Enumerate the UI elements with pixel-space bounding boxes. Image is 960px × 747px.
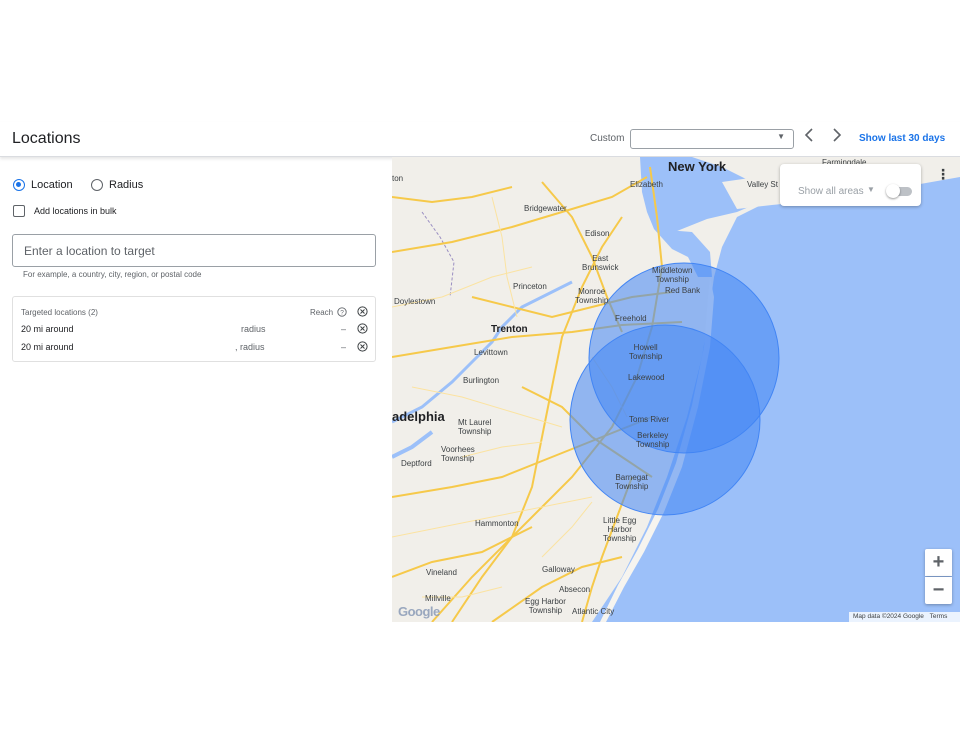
map-label-city: Vineland	[426, 568, 457, 577]
map-label-city: Millville	[425, 594, 451, 603]
map-label-city: Mt Laurel Township	[458, 418, 492, 436]
table-row: 20 mi around radius –	[13, 322, 375, 338]
previous-period-button[interactable]	[799, 127, 819, 149]
checkbox-icon	[13, 205, 25, 217]
map-label-city: Howell Township	[629, 343, 663, 361]
google-logo: Google	[398, 604, 440, 619]
map-label-city: Hammonton	[475, 519, 519, 528]
map-label-city: Atlantic City	[572, 607, 615, 616]
table-row: 20 mi around , radius –	[13, 340, 375, 356]
map-label-city: Princeton	[513, 282, 547, 291]
map-label-city: Elizabeth	[630, 180, 663, 189]
location-targeting-panel: Location Radius Add locations in bulk Fo…	[0, 157, 392, 622]
map-label-city: Galloway	[542, 565, 575, 574]
map-label-city: Berkeley Township	[636, 431, 670, 449]
help-icon[interactable]: ?	[337, 307, 347, 317]
map-data-credit: Map data ©2024 Google	[853, 613, 924, 620]
map-label-city: East Brunswick	[582, 254, 619, 272]
zoom-in-button[interactable]: +	[925, 549, 952, 576]
location-helper-text: For example, a country, city, region, or…	[23, 270, 202, 279]
radio-unselected-icon	[91, 179, 103, 191]
map-label-city: Burlington	[463, 376, 500, 385]
remove-target-icon[interactable]	[357, 341, 368, 352]
date-range-select[interactable]: ▼	[630, 129, 794, 149]
toggle-knob	[886, 184, 900, 198]
mode-option-label: Radius	[109, 179, 144, 191]
map-label-city: Egg Harbor Township	[525, 597, 566, 615]
map-label-city: adelphia	[392, 409, 445, 424]
map-label-city: Lakewood	[628, 373, 665, 382]
more-options-button[interactable]: ⋮	[936, 166, 950, 182]
target-reach: –	[341, 324, 347, 334]
page-header: Locations Custom ▼ Show last 30 days	[0, 122, 960, 157]
radio-selected-icon	[13, 179, 25, 191]
date-range-label: Custom	[590, 133, 625, 144]
map-label-city: Monroe Township	[575, 287, 609, 305]
map-label-city: Toms River	[629, 415, 670, 424]
target-name: 20 mi around	[21, 342, 74, 352]
show-all-areas-control: Show all areas ▼	[780, 164, 921, 206]
map-label-city: Deptford	[401, 459, 432, 468]
dropdown-caret-icon[interactable]: ▼	[867, 185, 875, 194]
targeted-locations-table: Targeted locations (2) Reach ? 20 mi aro…	[12, 296, 376, 362]
target-type: radius	[241, 324, 266, 334]
zoom-out-button[interactable]: −	[925, 577, 952, 604]
map-base-layer	[392, 157, 960, 622]
remove-target-icon[interactable]	[357, 323, 368, 334]
location-search-input[interactable]	[12, 234, 376, 267]
targeted-locations-header: Targeted locations (2)	[21, 308, 98, 317]
map-label-city: Trenton	[491, 324, 528, 335]
map-label-city: Valley St	[747, 180, 778, 189]
target-reach: –	[341, 342, 347, 352]
map-label-city: Freehold	[615, 314, 647, 323]
remove-all-icon[interactable]	[357, 306, 368, 317]
add-in-bulk-checkbox[interactable]: Add locations in bulk	[13, 205, 117, 217]
show-last-30-days-link[interactable]: Show last 30 days	[859, 133, 945, 144]
map-label-city: Barnegat Township	[615, 473, 649, 491]
map-label-city: ton	[392, 174, 404, 183]
map-label-city: Middletown Township	[652, 266, 693, 284]
map-label-city: Doylestown	[394, 297, 436, 306]
chevron-right-icon	[833, 128, 842, 142]
map-label-city: Edison	[585, 229, 610, 238]
map-label-city: Voorhees Township	[441, 445, 475, 463]
map-label-city: Bridgewater	[524, 204, 567, 213]
svg-text:?: ?	[340, 309, 344, 316]
target-name: 20 mi around	[21, 324, 74, 334]
map-label-city: Little Egg Harbor Township	[603, 516, 637, 543]
terms-link[interactable]: Terms	[930, 613, 948, 620]
map-label-city: Red Bank	[665, 286, 701, 295]
mode-option-location[interactable]: Location	[13, 179, 73, 191]
map-label-city: Levittown	[474, 348, 508, 357]
chevron-left-icon	[804, 128, 813, 142]
mode-option-label: Location	[31, 179, 73, 191]
reach-label: Reach	[310, 307, 334, 317]
map-label-city: Absecon	[559, 585, 591, 594]
map-view[interactable]: New York Elizabeth Valley St Farmingdale…	[392, 157, 960, 622]
show-all-areas-label: Show all areas	[798, 186, 864, 197]
target-type: , radius	[235, 342, 265, 352]
mode-option-radius[interactable]: Radius	[91, 179, 143, 191]
next-period-button[interactable]	[827, 127, 847, 149]
dropdown-caret-icon: ▼	[777, 132, 785, 141]
map-label-city: New York	[668, 159, 727, 174]
show-all-areas-toggle[interactable]	[886, 184, 912, 198]
page-title: Locations	[12, 130, 81, 147]
add-in-bulk-label: Add locations in bulk	[34, 206, 117, 216]
map-attribution: Map data ©2024 Google Terms	[849, 612, 960, 622]
reach-column-header: Reach ?	[310, 307, 347, 317]
